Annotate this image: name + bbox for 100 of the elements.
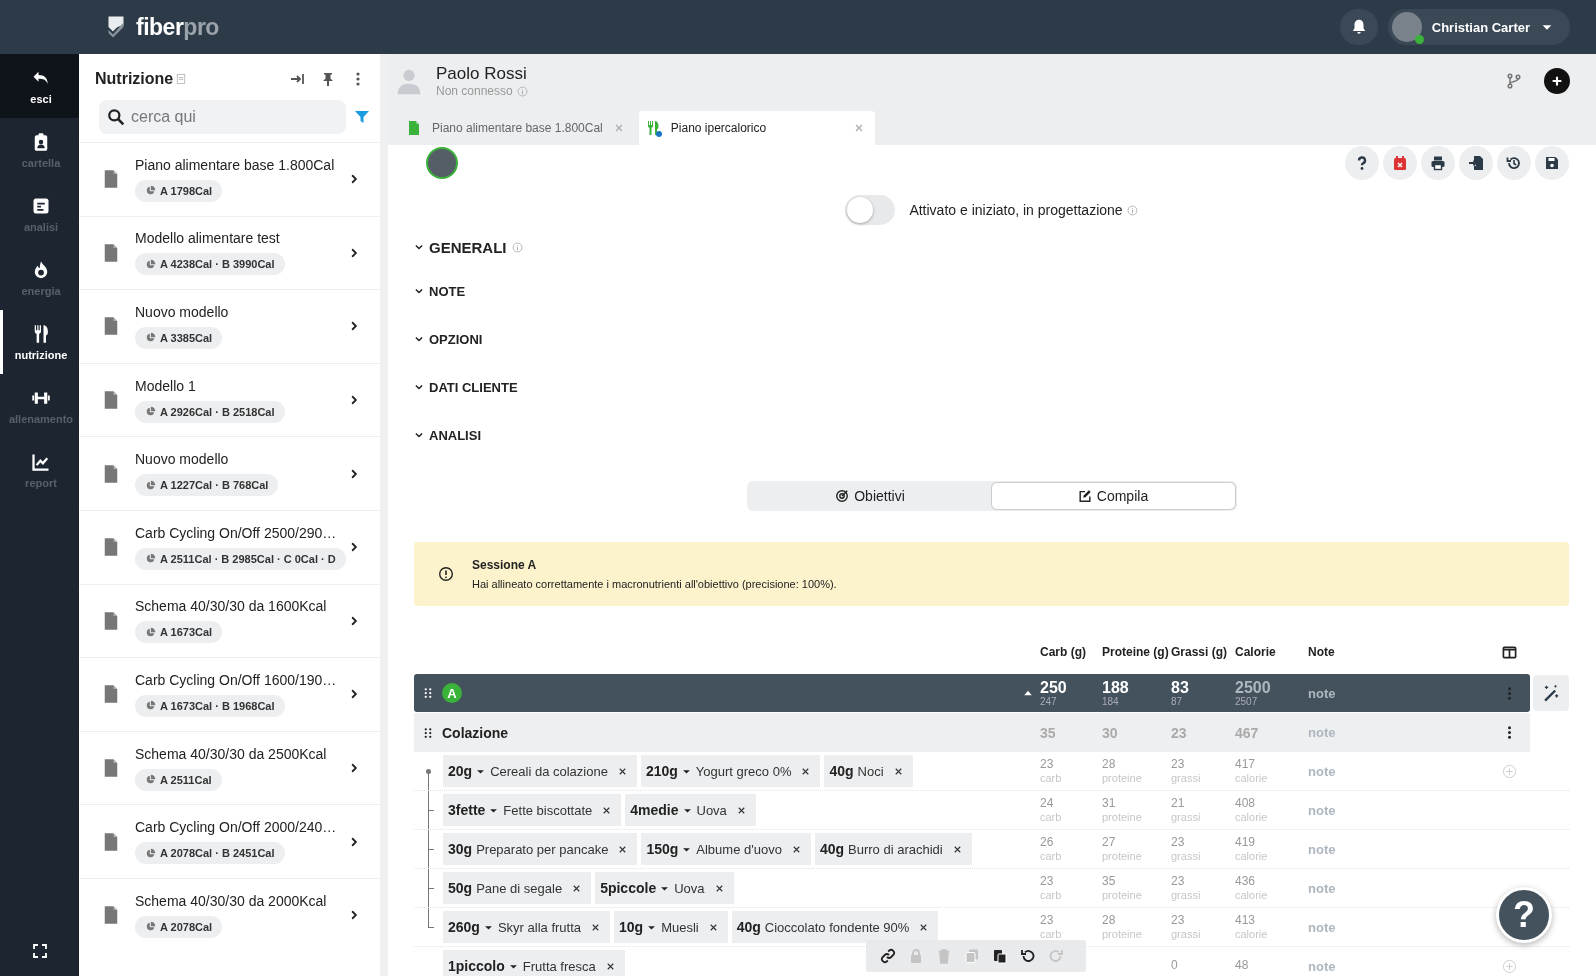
chevron-down-icon[interactable] (414, 286, 424, 296)
food-chip[interactable]: 4medie Uova (625, 794, 756, 826)
document-tab[interactable]: Piano alimentare base 1.800Cal (400, 110, 635, 145)
delete-schedule-button[interactable] (1383, 146, 1417, 180)
print-button[interactable] (1421, 146, 1455, 180)
section-header[interactable]: GENERALI (429, 238, 507, 256)
search-field[interactable]: cerca qui (99, 100, 346, 134)
food-chip[interactable]: 40g Noci (824, 755, 913, 787)
save-button[interactable] (1535, 146, 1569, 180)
column-header: Grassi (g) (1171, 645, 1228, 659)
paste-icon (992, 948, 1008, 964)
import-icon (1468, 155, 1484, 171)
unit-label: calorie (1235, 927, 1269, 941)
toolbar-button[interactable] (992, 948, 1008, 964)
food-name: Pane di segale (476, 880, 563, 896)
food-chip[interactable]: 10g Muesli (614, 911, 728, 943)
food-chip[interactable]: 50g Pane di segale (443, 872, 592, 904)
template-title: Modello alimentare test (135, 230, 281, 247)
chevron-down-icon[interactable] (414, 242, 424, 252)
panel-title: Nutrizione (95, 70, 174, 88)
user-menu-button[interactable]: Christian Carter (1387, 9, 1570, 45)
client-name: Paolo Rossi (436, 64, 528, 85)
food-name: Yogurt greco 0% (695, 763, 792, 779)
unit-label: grassi (1171, 849, 1202, 863)
template-list-item[interactable]: Modello alimentare test A 4238Cal · B 3990Cal (79, 215, 380, 290)
calories-text: A 2078Cal · B 2451Cal (160, 847, 275, 860)
unit-label: grassi (1171, 927, 1202, 941)
food-name: Cioccolato fondente 90% (764, 919, 910, 935)
template-list-item[interactable]: Carb Cycling On/Off 2000/240… A 2078Cal · B 2451Cal (79, 804, 380, 878)
collapse-panel-icon[interactable] (290, 71, 306, 87)
total-value: 188 (1102, 678, 1130, 697)
food-chip[interactable]: 3fette Fette biscottate (443, 794, 622, 826)
notifications-button[interactable] (1339, 9, 1378, 45)
add-button[interactable] (1544, 68, 1570, 95)
template-list-item[interactable]: Carb Cycling On/Off 2500/290… A 2511Cal · B 2985Cal · C 0Cal · D (79, 509, 380, 584)
unit-label: grassi (1171, 771, 1202, 785)
template-title: Nuovo modello (135, 304, 230, 320)
section-header[interactable]: NOTE (429, 283, 466, 299)
food-chip[interactable]: 150g Albume d'uovo (641, 833, 811, 865)
template-list-item[interactable]: Nuovo modello A 3385Cal (79, 289, 380, 363)
magic-wand-button[interactable] (1533, 675, 1569, 711)
fat-value: 23 (1171, 724, 1188, 741)
info-icon (511, 241, 523, 253)
template-list-item[interactable]: Nuovo modello A 1227Cal · B 768Cal (79, 436, 380, 510)
drag-handle-icon[interactable] (422, 726, 434, 739)
total-value: 83 (1171, 678, 1190, 697)
food-name: Albume d'uovo (696, 841, 782, 857)
chevron-down-icon[interactable] (414, 430, 424, 440)
section-header[interactable]: OPZIONI (429, 331, 483, 347)
food-name: Fette biscottate (503, 802, 593, 818)
template-list-item[interactable]: Piano alimentare base 1.800Cal A 1798Cal (79, 142, 380, 216)
template-list-item[interactable]: Schema 40/30/30 da 2500Kcal A 2511Cal (79, 730, 380, 805)
activation-toggle[interactable] (845, 195, 896, 225)
template-title: Carb Cycling On/Off 2500/290… (135, 524, 334, 541)
food-name: Frutta fresca (522, 958, 596, 974)
toolbar-button[interactable] (880, 948, 896, 964)
food-chip[interactable]: 40g Burro di arachidi (814, 833, 972, 865)
unit-label: calorie (1235, 849, 1269, 863)
columns-icon[interactable] (1501, 644, 1517, 660)
fullscreen-icon[interactable] (31, 943, 48, 959)
filter-icon[interactable] (354, 109, 370, 125)
template-list-item[interactable]: Modello 1 A 2926Cal · B 2518Cal (79, 362, 380, 437)
food-chip[interactable]: 210g Yogurt greco 0% (640, 755, 821, 787)
template-title: Schema 40/30/30 da 1600Kcal (135, 598, 328, 615)
protein-value: 28 (1102, 913, 1117, 928)
nav-item[interactable]: esci (0, 54, 79, 118)
help-button[interactable] (1345, 146, 1379, 180)
carb-value: 23 (1040, 757, 1055, 772)
pie-chart-icon (145, 553, 156, 565)
note-field[interactable]: note (1308, 685, 1488, 701)
food-chip[interactable]: 1piccolo Frutta fresca (443, 950, 625, 976)
history-button[interactable] (1497, 146, 1531, 180)
food-name: Uova (696, 802, 727, 818)
mode-tab[interactable]: Compila (991, 483, 1235, 509)
template-list-item[interactable]: Schema 40/30/30 da 1600Kcal A 1673Cal (79, 583, 380, 658)
mode-tab[interactable]: Obiettivi (748, 483, 992, 509)
food-chip[interactable]: 30g Preparato per pancake (443, 833, 638, 865)
help-button[interactable]: ? (1496, 887, 1552, 943)
chevron-down-icon[interactable] (414, 334, 424, 344)
template-list-item[interactable]: Carb Cycling On/Off 1600/190… A 1673Cal · B 1968Cal (79, 657, 380, 731)
template-title: Schema 40/30/30 da 2000Kcal (135, 892, 328, 909)
chevron-down-icon[interactable] (414, 382, 424, 392)
template-title: Schema 40/30/30 da 2500Kcal (135, 745, 328, 762)
branch-icon[interactable] (1506, 73, 1522, 90)
amount-text: 1piccolo (448, 958, 505, 974)
food-chip[interactable]: 260g Skyr alla frutta (443, 911, 610, 943)
toolbar-button[interactable] (1020, 948, 1036, 964)
food-chip[interactable]: 5piccole Uova (595, 872, 734, 904)
amount-text: 150g (646, 841, 679, 857)
pie-chart-icon (145, 774, 156, 786)
food-chip[interactable]: 20g Cereali da colazione (443, 755, 637, 787)
section-header[interactable]: DATI CLIENTE (429, 379, 518, 395)
document-tab[interactable]: Piano ipercalorico (638, 110, 875, 145)
template-list-item[interactable]: Schema 40/30/30 da 2000Kcal A 2078Cal (79, 877, 380, 952)
amount-text: 10g (619, 919, 644, 935)
fat-value: 21 (1171, 796, 1186, 811)
import-button[interactable] (1459, 146, 1493, 180)
drag-handle-icon[interactable] (422, 687, 434, 699)
food-chip[interactable]: 40g Cioccolato fondente 90% (731, 911, 939, 943)
section-header[interactable]: ANALISI (429, 427, 481, 443)
